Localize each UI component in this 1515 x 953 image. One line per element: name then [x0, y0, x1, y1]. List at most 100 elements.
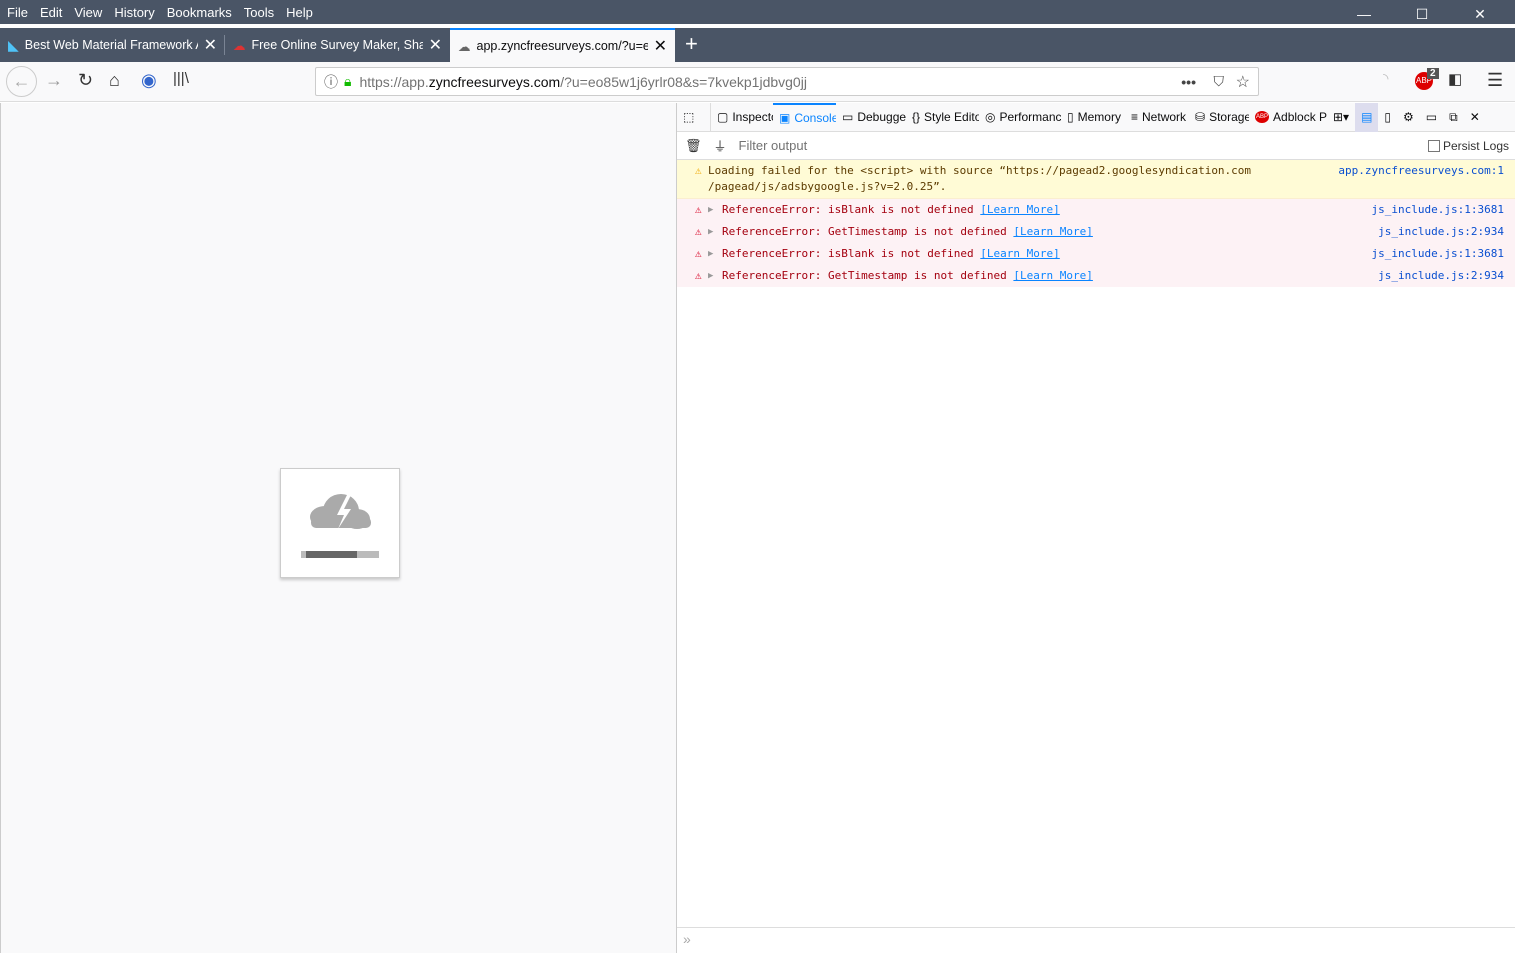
tab-inspector[interactable]: ▢Inspector — [711, 103, 773, 132]
message-source[interactable]: js_include.js:1:3681 — [1372, 246, 1504, 262]
devtools-toolbar: ⬚ ▢Inspector ▣Console ▭Debugger {}Style … — [677, 102, 1515, 132]
tab-style-editor[interactable]: {}Style Editor — [906, 103, 979, 132]
expand-arrow-icon[interactable]: ▶ — [708, 246, 713, 262]
close-devtools-icon[interactable]: ✕ — [1464, 103, 1486, 132]
home-button[interactable]: ⌂ — [109, 70, 120, 91]
tab-console[interactable]: ▣ Console — [773, 102, 836, 132]
nav-bar: ← → ↻ ⌂ ◉ |||\ ⓘ 🔒︎ https://app.zyncfree… — [0, 62, 1515, 102]
cloud-icon: ☁ — [458, 39, 471, 54]
tab-memory[interactable]: ▯ Memory — [1061, 103, 1125, 132]
element-picker-button[interactable]: ⬚ — [677, 102, 711, 132]
loading-progress-bar — [301, 551, 379, 558]
prompt-chevron-icon: » — [683, 931, 691, 947]
menu-file[interactable]: File — [7, 5, 28, 20]
new-tab-button[interactable]: + — [675, 28, 708, 62]
close-tab-icon[interactable]: ✕ — [204, 35, 217, 55]
message-source[interactable]: app.zyncfreesurveys.com:1 — [1338, 163, 1504, 179]
loading-card — [280, 468, 400, 578]
tab-performance[interactable]: ◎Performance — [979, 103, 1061, 132]
tab-debugger[interactable]: ▭ Debugger — [836, 103, 906, 132]
close-tab-icon[interactable]: ✕ — [429, 35, 442, 55]
tab-survey-maker[interactable]: ☁ Free Online Survey Maker, Share ✕ — [225, 28, 450, 62]
adblock-plus-icon: ABP — [1255, 111, 1270, 123]
error-icon: ⚠ — [695, 225, 702, 238]
expand-arrow-icon[interactable]: ▶ — [708, 202, 713, 218]
undock-icon[interactable]: ⧉ — [1443, 103, 1464, 132]
console-icon: ▣ — [779, 111, 791, 125]
reload-button[interactable]: ↻ — [78, 70, 93, 91]
debugger-icon: ▭ — [842, 110, 854, 124]
learn-more-link[interactable]: [Learn More] — [1013, 269, 1092, 282]
library-icon[interactable]: |||\ — [173, 70, 189, 87]
network-icon: ≡ — [1131, 110, 1139, 124]
info-icon[interactable]: ⓘ — [324, 72, 338, 92]
tab-network[interactable]: ≡ Network — [1125, 103, 1189, 132]
menu-bar: File Edit View History Bookmarks Tools H… — [0, 0, 1515, 24]
bookmark-star-icon[interactable]: ☆ — [1236, 72, 1250, 92]
responsive-design-icon[interactable]: ▯ — [1378, 103, 1397, 132]
tab-strip: ◣ Best Web Material Framework A ✕ ☁ Free… — [0, 28, 1515, 62]
tab-title: Free Online Survey Maker, Share — [251, 38, 423, 52]
maximize-button[interactable]: ☐ — [1399, 0, 1445, 28]
sidebar-icon[interactable]: ◧ — [1448, 70, 1462, 88]
menu-bookmarks[interactable]: Bookmarks — [167, 5, 232, 20]
hamburger-menu-icon[interactable]: ☰ — [1487, 70, 1503, 91]
learn-more-link[interactable]: [Learn More] — [980, 203, 1059, 216]
console-error[interactable]: ⚠ ▶ ReferenceError: GetTimestamp is not de… — [677, 265, 1515, 287]
menu-history[interactable]: History — [114, 5, 154, 20]
message-source[interactable]: js_include.js:2:934 — [1378, 224, 1504, 240]
memory-icon: ▯ — [1067, 110, 1074, 124]
loading-progress-fill — [306, 551, 358, 558]
learn-more-link[interactable]: [Learn More] — [980, 247, 1059, 260]
console-error[interactable]: ⚠ ▶ ReferenceError: isBlank is not defined… — [677, 243, 1515, 265]
message-source[interactable]: js_include.js:2:934 — [1378, 268, 1504, 284]
material-logo-icon: ◣ — [8, 36, 19, 53]
filter-input[interactable]: Filter output — [739, 138, 1515, 153]
checkbox-icon — [1427, 140, 1440, 152]
url-bar[interactable]: ⓘ 🔒︎ https://app.zyncfreesurveys.com/?u=… — [315, 67, 1259, 96]
expand-arrow-icon[interactable]: ▶ — [708, 268, 713, 284]
storage-icon: ⛁ — [1195, 110, 1206, 124]
frame-select-icon[interactable]: ⊞▾ — [1327, 103, 1355, 132]
rss-icon[interactable]: ◝ — [1383, 70, 1388, 87]
page-content — [0, 103, 676, 953]
error-icon: ⚠ — [695, 269, 702, 282]
tab-zyncfreesurveys[interactable]: ☁ app.zyncfreesurveys.com/?u=eo ✕ — [450, 28, 675, 62]
back-button[interactable]: ← — [6, 66, 37, 97]
extension-icon[interactable]: ◉ — [141, 70, 157, 91]
message-source[interactable]: js_include.js:1:3681 — [1372, 202, 1504, 218]
error-icon: ⚠ — [695, 247, 702, 260]
menu-edit[interactable]: Edit — [40, 5, 62, 20]
pocket-icon[interactable]: ⛉ — [1214, 73, 1225, 90]
style-editor-icon: {} — [912, 110, 921, 124]
tab-adblock-plus[interactable]: ABPAdblock Plus — [1249, 103, 1327, 132]
inspector-icon: ▢ — [717, 110, 729, 124]
lock-icon: 🔒︎ — [344, 73, 352, 89]
tab-title: app.zyncfreesurveys.com/?u=eo — [476, 39, 648, 53]
console-error[interactable]: ⚠ ▶ ReferenceError: GetTimestamp is not de… — [677, 221, 1515, 243]
cloud-lightning-icon — [310, 494, 371, 529]
forward-button[interactable]: → — [45, 70, 63, 91]
menu-help[interactable]: Help — [286, 5, 313, 20]
menu-tools[interactable]: Tools — [244, 5, 274, 20]
close-window-button[interactable]: ✕ — [1457, 0, 1503, 28]
dock-bottom-icon[interactable]: ▭ — [1420, 103, 1443, 132]
menu-view[interactable]: View — [74, 5, 102, 20]
expand-arrow-icon[interactable]: ▶ — [708, 224, 713, 240]
filter-icon[interactable]: ⏚ — [714, 136, 727, 155]
console-input[interactable]: » — [677, 927, 1515, 953]
tab-storage[interactable]: ⛁ Storage — [1189, 103, 1249, 132]
learn-more-link[interactable]: [Learn More] — [1013, 225, 1092, 238]
console-filter-bar: 🗑︎ ⏚ Filter output Persist Logs — [677, 132, 1515, 160]
page-actions-icon[interactable]: ••• — [1181, 74, 1196, 90]
trash-icon[interactable]: 🗑︎ — [685, 138, 702, 154]
settings-gear-icon[interactable]: ⚙ — [1397, 103, 1420, 132]
error-icon: ⚠ — [695, 203, 702, 216]
split-console-icon[interactable]: ▤ — [1355, 102, 1379, 132]
tab-material[interactable]: ◣ Best Web Material Framework A ✕ — [0, 28, 225, 62]
close-tab-icon[interactable]: ✕ — [654, 36, 667, 56]
console-error[interactable]: ⚠ ▶ ReferenceError: isBlank is not defined… — [677, 199, 1515, 221]
devtools-panel: ⬚ ▢Inspector ▣Console ▭Debugger {}Style … — [676, 102, 1515, 953]
minimize-button[interactable]: — — [1341, 0, 1387, 28]
persist-logs-checkbox[interactable]: Persist Logs — [1427, 139, 1509, 153]
